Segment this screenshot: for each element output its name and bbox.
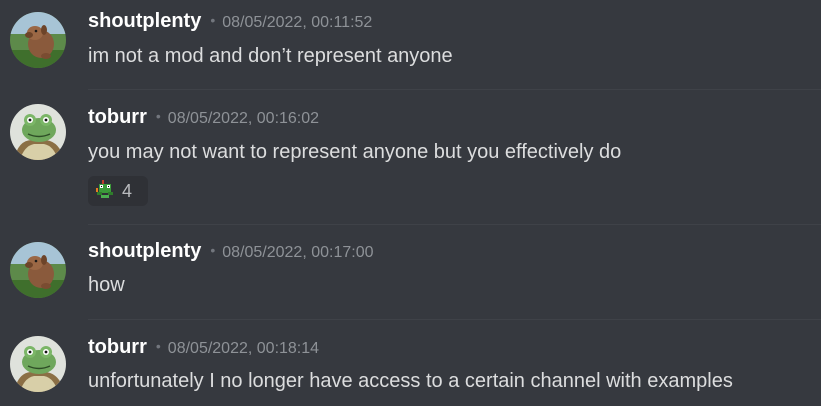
- separator-dot: •: [155, 108, 161, 124]
- dog-plush-avatar-icon[interactable]: [10, 242, 66, 298]
- message-text: im not a mod and don’t represent anyone: [88, 45, 453, 67]
- message-divider: [88, 224, 821, 225]
- chat-log: shoutplenty • 08/05/2022, 00:11:52 im not …: [0, 0, 821, 406]
- reaction-count: 4: [122, 180, 133, 201]
- username[interactable]: toburr: [88, 336, 147, 358]
- separator-dot: •: [210, 242, 216, 258]
- message-text: unfortunately I no longer have access to…: [88, 370, 733, 392]
- timestamp: 08/05/2022, 00:18:14: [167, 340, 320, 357]
- separator-dot: •: [210, 12, 216, 28]
- timestamp: 08/05/2022, 00:16:02: [167, 110, 320, 127]
- timestamp: 08/05/2022, 00:17:00: [222, 244, 374, 261]
- pixel-frog-emoji-icon: [94, 178, 116, 205]
- username[interactable]: shoutplenty: [88, 240, 201, 262]
- frog-avatar-icon[interactable]: [10, 336, 66, 392]
- reaction-button[interactable]: 4: [88, 176, 148, 206]
- dog-plush-avatar-icon[interactable]: [10, 12, 66, 68]
- message-text: you may not want to represent anyone but…: [88, 141, 622, 163]
- username[interactable]: toburr: [88, 106, 147, 128]
- message-text: how: [88, 274, 125, 296]
- message-divider: [88, 89, 821, 90]
- username[interactable]: shoutplenty: [88, 10, 201, 32]
- timestamp: 08/05/2022, 00:11:52: [222, 14, 373, 31]
- frog-avatar-icon[interactable]: [10, 104, 66, 160]
- separator-dot: •: [155, 338, 161, 354]
- message-divider: [88, 319, 821, 320]
